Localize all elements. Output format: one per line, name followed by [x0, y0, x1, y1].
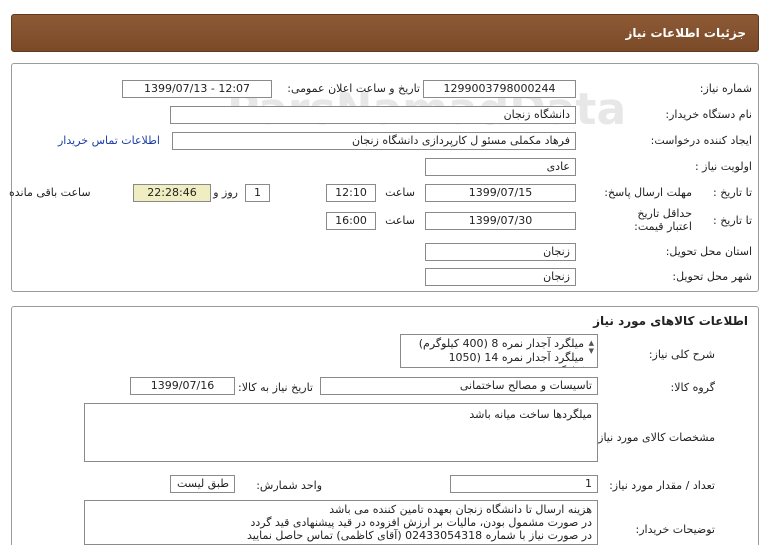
city-label: شهر محل تحویل: — [672, 270, 752, 283]
deadline-to-date-label: تا تاریخ : — [713, 186, 752, 199]
unit-field: طبق لیست — [170, 475, 235, 493]
goods-section-title: اطلاعات کالاهای مورد نیاز — [593, 314, 748, 328]
buyer-note-line-3: در صورت نیاز با شماره 02433054318 (آقای … — [246, 529, 592, 542]
page-header: جزئیات اطلاعات نیاز — [11, 14, 759, 52]
specs-label: مشخصات کالای مورد نیاز: — [594, 431, 715, 444]
summary-textarea[interactable]: میلگرد آجدار نمره 8 (400 کیلوگرم) میلگرد… — [400, 334, 598, 368]
province-label: استان محل تحویل: — [665, 245, 752, 258]
deadline-time-field: 12:10 — [326, 184, 376, 202]
days-label: روز و — [213, 186, 238, 199]
specs-textarea[interactable]: میلگردها ساخت میانه باشد — [84, 403, 598, 462]
validity-label: حداقل تاریخ اعتبار قیمت: — [634, 207, 692, 233]
buyer-org-label: نام دستگاه خریدار: — [665, 108, 752, 121]
deadline-time-label: ساعت — [385, 186, 415, 199]
remaining-time-field: 22:28:46 — [133, 184, 211, 202]
contact-buyer-link[interactable]: اطلاعات تماس خریدار — [58, 134, 160, 147]
validity-label-text: حداقل تاریخ اعتبار قیمت: — [634, 207, 692, 233]
requester-label: ایجاد کننده درخواست: — [650, 134, 752, 147]
validity-to-date-label: تا تاریخ : — [713, 214, 752, 227]
validity-time-label: ساعت — [385, 214, 415, 227]
buyer-note-line-1: هزینه ارسال تا دانشگاه زنجان بعهده تامین… — [329, 503, 592, 516]
page-title: جزئیات اطلاعات نیاز — [625, 26, 746, 40]
buyer-notes-label: توضیحات خریدار: — [635, 523, 716, 536]
announce-field: 1399/07/13 - 12:07 — [122, 80, 272, 98]
priority-field: عادی — [425, 158, 576, 176]
days-remaining-field: 1 — [245, 184, 270, 202]
summary-label: شرح کلی نیاز: — [648, 348, 715, 361]
group-label: گروه کالا: — [670, 381, 715, 394]
quantity-label: تعداد / مقدار مورد نیاز: — [609, 479, 715, 492]
summary-line-1: میلگرد آجدار نمره 8 (400 کیلوگرم) — [418, 337, 584, 350]
validity-time-field: 16:00 — [326, 212, 376, 230]
priority-label: اولویت نیاز : — [694, 160, 752, 173]
quantity-field: 1 — [450, 475, 598, 493]
requester-field: فرهاد مکملی مسئو ل کارپردازی دانشگاه زنج… — [172, 132, 576, 150]
validity-date-field: 1399/07/30 — [425, 212, 576, 230]
deadline-date-field: 1399/07/15 — [425, 184, 576, 202]
buyer-notes-textarea[interactable]: هزینه ارسال تا دانشگاه زنجان بعهده تامین… — [84, 500, 598, 545]
province-field: زنجان — [425, 243, 576, 261]
buyer-org-field: دانشگاه زنجان — [170, 106, 576, 124]
unit-label: واحد شمارش: — [256, 479, 322, 492]
need-number-field: 1299003798000244 — [423, 80, 576, 98]
deadline-label: مهلت ارسال پاسخ: — [604, 186, 692, 199]
scroll-down-arrow-icon[interactable]: ▼ — [589, 344, 594, 358]
group-field: تاسیسات و مصالح ساختمانی — [320, 377, 598, 395]
need-date-field: 1399/07/16 — [130, 377, 235, 395]
need-date-label: تاریخ نیاز به کالا: — [238, 381, 313, 394]
buyer-note-line-2: در صورت مشمول بودن، مالیات بر ارزش افزود… — [250, 516, 592, 529]
city-field: زنجان — [425, 268, 576, 286]
summary-line-2: میلگرد آجدار نمره 14 (1050 کیلوگرم) — [448, 351, 584, 367]
announce-label: تاریخ و ساعت اعلان عمومی: — [287, 82, 420, 95]
need-number-label: شماره نیاز: — [699, 82, 752, 95]
remaining-label: ساعت باقی مانده — [9, 186, 91, 199]
